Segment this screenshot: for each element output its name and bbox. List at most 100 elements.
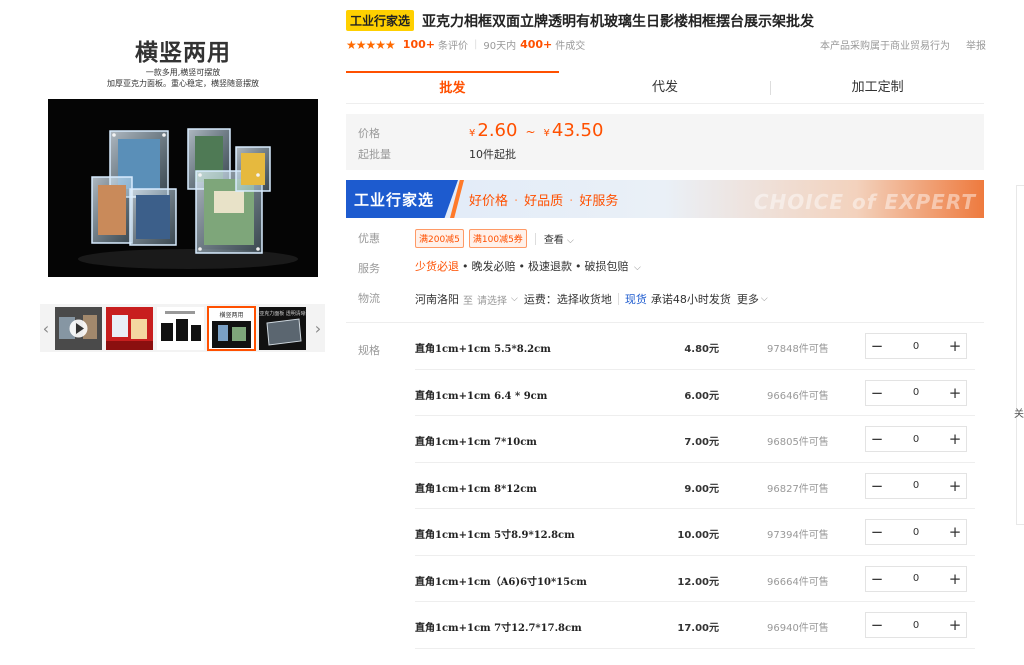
- product-page: 横竖两用 一款多用,横竖可摆放 加厚亚克力面板。重心稳定，横竖随意摆放 ‹ 横竖…: [0, 0, 1024, 665]
- sales-label: 件成交: [555, 41, 586, 52]
- spec-label: 规格: [358, 344, 380, 357]
- sales-count: 400+: [520, 38, 553, 51]
- plus-icon[interactable]: +: [944, 613, 966, 637]
- thumbnail-5[interactable]: 亚克力面板 透明清晰: [259, 307, 306, 350]
- expert-badge: 工业行家选: [346, 10, 415, 31]
- thumbnail-3[interactable]: [157, 307, 204, 350]
- main-product-image[interactable]: 横竖两用 一款多用,横竖可摆放 加厚亚克力面板。重心稳定，横竖随意摆放: [48, 25, 318, 277]
- coupon-100-5[interactable]: 满100减5券: [468, 229, 527, 248]
- service-item-4: 破损包赔: [584, 260, 629, 273]
- service-dot-2: •: [518, 260, 526, 273]
- minus-icon[interactable]: −: [866, 334, 888, 358]
- thumbnail-2[interactable]: [106, 307, 153, 350]
- spec-price: 6.00元: [684, 390, 719, 402]
- plus-icon[interactable]: +: [944, 520, 966, 544]
- min-order-value: 10件起批: [469, 148, 516, 161]
- destination-chevron-icon[interactable]: ⌵: [511, 294, 518, 304]
- spec-stock: 96646件可售: [767, 390, 829, 402]
- tab-wholesale[interactable]: 批发: [346, 71, 559, 103]
- coupon-view-label: 查看: [543, 235, 564, 246]
- service-chevron-icon: ⌵: [634, 263, 641, 273]
- quantity-input[interactable]: [888, 428, 944, 450]
- destination-select[interactable]: 请选择: [477, 292, 507, 307]
- currency-symbol-2: ¥: [543, 128, 550, 139]
- spec-price: 10.00元: [677, 530, 719, 541]
- coupon-200-5[interactable]: 满200减5: [415, 229, 464, 248]
- price-max: 43.50: [551, 120, 604, 141]
- plus-icon[interactable]: +: [944, 381, 966, 405]
- quantity-input[interactable]: [888, 521, 944, 543]
- star-rating-icon: ★★★★★: [346, 37, 396, 52]
- coupon-separator: [534, 232, 536, 245]
- review-count[interactable]: 100+: [403, 38, 435, 51]
- logistics-more-chevron-icon[interactable]: ⌵: [761, 294, 768, 304]
- quantity-input[interactable]: [888, 335, 944, 357]
- side-toolbar[interactable]: [1016, 185, 1024, 525]
- minus-icon[interactable]: −: [866, 381, 888, 405]
- spec-stock: 96940件可售: [767, 623, 829, 634]
- thumb-prev-icon[interactable]: ‹: [40, 304, 52, 352]
- spec-name: 直角1cm+1cm 5寸8.9*12.8cm: [415, 530, 575, 541]
- tab-custom[interactable]: 加工定制: [771, 71, 984, 103]
- quantity-stepper: − +: [865, 426, 967, 452]
- price-range: ¥2.60 ~ ¥43.50: [469, 120, 603, 141]
- spec-price: 4.80元: [684, 344, 719, 355]
- thumb-next-icon[interactable]: ›: [312, 304, 324, 352]
- tag-dot: ·: [514, 194, 519, 209]
- table-row: 直角1cm+1cm（A6)6寸10*15cm 12.00元 96664件可售 −…: [415, 556, 975, 602]
- price-box: 价格 ¥2.60 ~ ¥43.50 起批量 10件起批: [346, 114, 984, 170]
- minus-icon[interactable]: −: [866, 427, 888, 451]
- logistics-separator: [617, 293, 619, 305]
- expert-banner[interactable]: 工业行家选 好价格 · 好品质 · 好服务 CHOICE of EXPERT: [346, 180, 984, 218]
- tab-wholesale-label: 批发: [439, 81, 466, 96]
- tab-dropship[interactable]: 代发: [559, 71, 772, 103]
- side-toolbar-label[interactable]: 关: [1014, 405, 1024, 420]
- plus-icon[interactable]: +: [944, 427, 966, 451]
- minus-icon[interactable]: −: [866, 474, 888, 498]
- expert-banner-tags: 好价格 · 好品质 · 好服务: [469, 190, 618, 209]
- logistics-more[interactable]: 更多: [737, 291, 759, 307]
- review-label[interactable]: 条评价: [438, 37, 468, 52]
- thumbnail-strip: ‹ 横竖两用 亚克力面板 透明清晰 ›: [40, 304, 325, 352]
- minus-icon[interactable]: −: [866, 520, 888, 544]
- table-row: 直角1cm+1cm 8*12cm 9.00元 96827件可售 − +: [415, 463, 975, 509]
- min-order-label: 起批量: [358, 148, 391, 161]
- hero-title: 横竖两用: [135, 40, 231, 66]
- plus-icon[interactable]: +: [944, 567, 966, 591]
- spec-stock: 97848件可售: [767, 344, 829, 355]
- coupon-view-link[interactable]: 查看 ⌵: [544, 231, 574, 246]
- minus-icon[interactable]: −: [866, 613, 888, 637]
- thumbnail-4-label: 横竖两用: [219, 312, 244, 319]
- quantity-input[interactable]: [888, 614, 944, 636]
- tab-custom-label: 加工定制: [851, 80, 904, 95]
- currency-symbol: ¥: [469, 128, 476, 139]
- minus-icon[interactable]: −: [866, 567, 888, 591]
- report-link[interactable]: 举报: [966, 37, 986, 52]
- quantity-input[interactable]: [888, 474, 944, 497]
- logistics-to: 至: [463, 295, 473, 307]
- tag-good-quality: 好品质: [524, 194, 564, 209]
- thumbnail-video[interactable]: [55, 307, 102, 350]
- hero-photo: [48, 99, 318, 277]
- spec-name: 直角1cm+1cm 8*12cm: [415, 483, 537, 495]
- coupons: 满200减5 满100减5券 查看 ⌵: [415, 229, 574, 248]
- promo-label: 优惠: [358, 232, 380, 245]
- tag-good-service: 好服务: [579, 194, 619, 209]
- service-item-1: 少货必退: [415, 260, 459, 273]
- plus-icon[interactable]: +: [944, 334, 966, 358]
- table-row: 直角1cm+1cm 7寸12.7*17.8cm 17.00元 96940件可售 …: [415, 602, 975, 649]
- hero-subtitle-1: 一款多用,横竖可摆放: [145, 68, 221, 77]
- thumbnail-4[interactable]: 横竖两用: [207, 306, 256, 351]
- spec-price: 12.00元: [677, 576, 719, 588]
- service-items[interactable]: 少货必退 • 晚发必赔 • 极速退款 • 破损包赔 ⌵: [415, 258, 641, 274]
- quantity-input[interactable]: [888, 567, 944, 590]
- hero-subtitle-2: 加厚亚克力面板。重心稳定，横竖随意摆放: [107, 79, 259, 88]
- expert-banner-title: 工业行家选: [354, 191, 435, 209]
- spec-stock: 96827件可售: [767, 483, 829, 495]
- quantity-input[interactable]: [888, 381, 944, 404]
- price-tilde: ~: [525, 125, 536, 139]
- spec-stock: 97394件可售: [767, 530, 829, 541]
- table-row: 直角1cm+1cm 7*10cm 7.00元 96805件可售 − +: [415, 416, 975, 463]
- spec-name: 直角1cm+1cm 7寸12.7*17.8cm: [415, 623, 582, 634]
- plus-icon[interactable]: +: [944, 474, 966, 498]
